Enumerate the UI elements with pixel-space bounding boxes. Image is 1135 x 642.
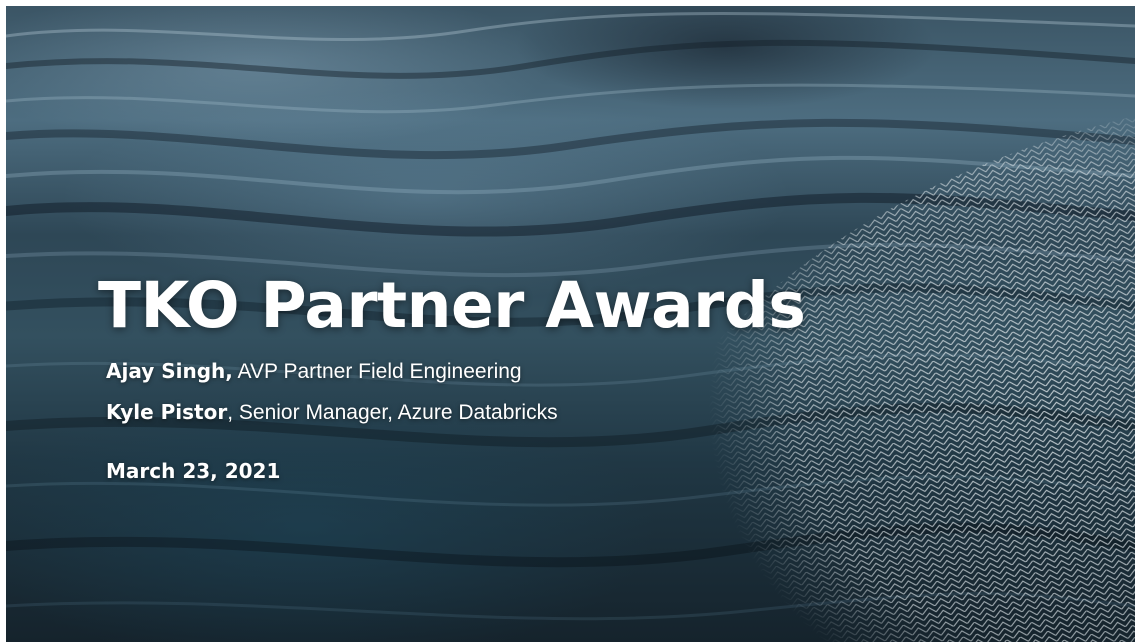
title-slide: TKO Partner Awards Ajay Singh, AVP Partn…: [6, 6, 1135, 642]
speaker-name: Kyle Pistor: [106, 400, 228, 424]
speaker-name: Ajay Singh,: [106, 359, 233, 383]
slide-title: TKO Partner Awards: [98, 269, 806, 342]
speaker-role: , Senior Manager, Azure Databricks: [227, 401, 558, 424]
presentation-date: March 23, 2021: [106, 459, 281, 483]
speaker-line-1: Ajay Singh, AVP Partner Field Engineerin…: [106, 358, 522, 385]
speaker-role: AVP Partner Field Engineering: [232, 360, 522, 383]
speaker-line-2: Kyle Pistor, Senior Manager, Azure Datab…: [106, 399, 558, 426]
slide-frame: TKO Partner Awards Ajay Singh, AVP Partn…: [0, 0, 1135, 642]
